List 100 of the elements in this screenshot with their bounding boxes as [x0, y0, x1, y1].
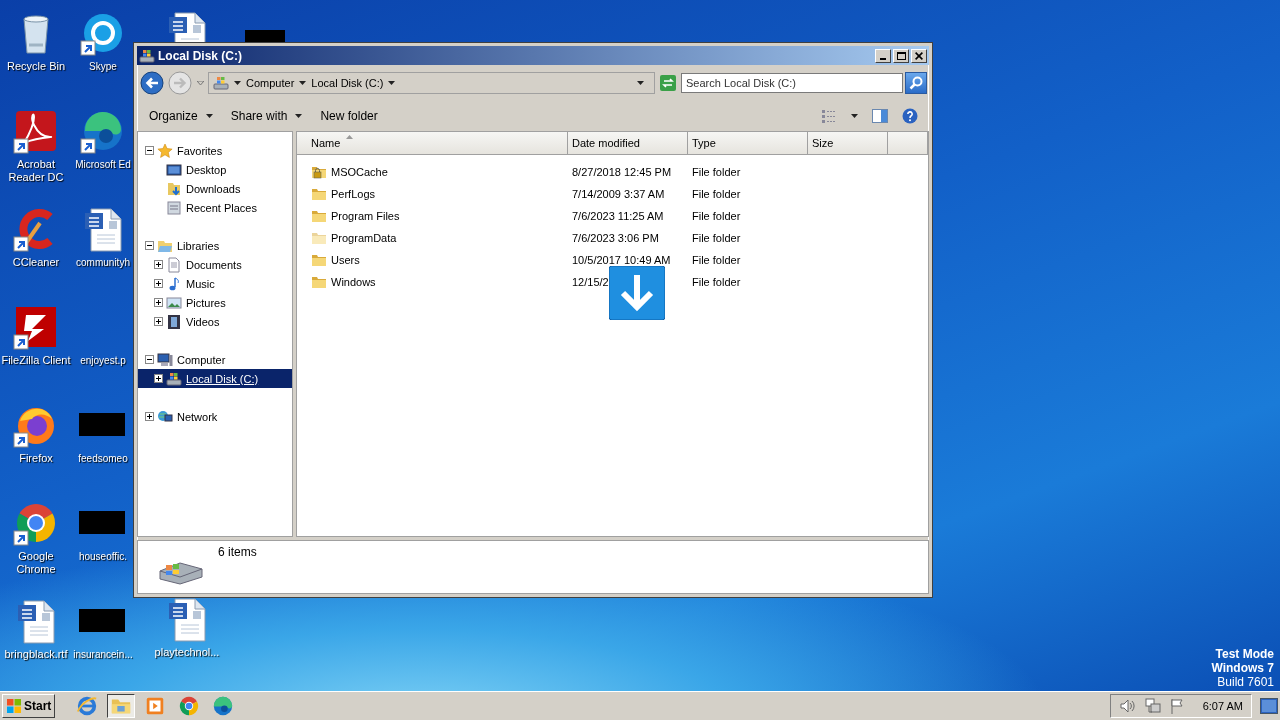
- volume-icon[interactable]: [1118, 698, 1137, 714]
- tree-item[interactable]: Music: [138, 274, 292, 293]
- icon-label[interactable]: FileZilla Client: [1, 354, 71, 367]
- icon-label[interactable]: houseoffic.: [78, 550, 128, 563]
- browser-icon: [178, 695, 201, 717]
- address-bar[interactable]: Computer Local Disk (C:): [208, 72, 655, 94]
- expand-icon[interactable]: [145, 412, 154, 421]
- expand-icon[interactable]: [154, 317, 163, 326]
- start-button[interactable]: Start: [2, 694, 56, 718]
- icon-label[interactable]: enjoyest.p: [80, 354, 126, 367]
- icon-label[interactable]: Microsoft Ed: [75, 158, 131, 171]
- monitor-icon: [166, 161, 182, 178]
- search-field[interactable]: Search Local Disk (C:): [681, 73, 903, 93]
- maximize-button[interactable]: [893, 48, 909, 63]
- type-cell: File folder: [692, 166, 741, 178]
- clock[interactable]: 6:07 AM: [1202, 700, 1243, 712]
- download-icon: [609, 266, 665, 320]
- column-header[interactable]: Size: [808, 132, 888, 154]
- tree-item[interactable]: Local Disk (C:): [138, 369, 292, 388]
- search-button[interactable]: [905, 72, 927, 94]
- type-cell: File folder: [692, 210, 741, 222]
- icon-label[interactable]: Google Chrome: [0, 550, 72, 576]
- tree-item[interactable]: Videos: [138, 312, 292, 331]
- tree-item[interactable]: Network: [138, 407, 292, 426]
- caret-icon[interactable]: [388, 81, 396, 85]
- column-header[interactable]: Date modified: [568, 132, 688, 154]
- refresh-button[interactable]: [657, 72, 679, 94]
- icon-label[interactable]: Recycle Bin: [6, 60, 66, 73]
- back-button[interactable]: [139, 70, 165, 96]
- tree-item[interactable]: Desktop: [138, 160, 292, 179]
- command-button[interactable]: Organize: [143, 106, 221, 126]
- network-icon[interactable]: [1144, 698, 1161, 714]
- expand-icon[interactable]: [154, 279, 163, 288]
- dropdown-caret-icon[interactable]: [637, 81, 644, 85]
- maximize-icon: [896, 51, 906, 60]
- caret-icon[interactable]: [299, 81, 307, 85]
- date-cell: 7/6/2023 11:25 AM: [572, 210, 664, 222]
- flag-icon[interactable]: [1168, 698, 1185, 714]
- file-name[interactable]: Users: [331, 254, 360, 266]
- folder-icon: [311, 252, 327, 268]
- file-name[interactable]: Windows: [331, 276, 376, 288]
- file-name[interactable]: MSOCache: [331, 166, 388, 178]
- tree-item[interactable]: Favorites: [138, 141, 292, 160]
- breadcrumb[interactable]: Computer: [246, 77, 295, 89]
- download-folder-icon: [166, 180, 182, 197]
- type-cell: File folder: [692, 276, 741, 288]
- expand-icon[interactable]: [154, 260, 163, 269]
- browser-icon: [212, 695, 235, 717]
- drive-icon: [166, 370, 182, 387]
- drive-icon: [213, 75, 229, 91]
- search-icon: [908, 75, 924, 91]
- windows-logo-icon: [6, 698, 22, 714]
- taskbar-button[interactable]: [107, 694, 136, 718]
- icon-label[interactable]: Firefox: [19, 452, 53, 465]
- window-title: Local Disk (C:): [158, 48, 243, 63]
- help-icon: [902, 108, 918, 124]
- folder-icon: [311, 186, 327, 202]
- caret-icon: [851, 114, 858, 118]
- tree-item[interactable]: Recent Places: [138, 198, 292, 217]
- icon-label[interactable]: feedsomeo: [78, 452, 128, 465]
- file-name[interactable]: PerfLogs: [331, 188, 376, 200]
- item-count: 6 items: [218, 545, 257, 559]
- expand-icon[interactable]: [154, 298, 163, 307]
- expand-icon[interactable]: [154, 374, 163, 383]
- icon-label[interactable]: Skype: [89, 60, 117, 73]
- file-name[interactable]: Program Files: [331, 210, 400, 222]
- close-icon: [915, 51, 923, 60]
- film-icon: [166, 313, 182, 330]
- column-header[interactable]: Type: [688, 132, 808, 154]
- recent-pages-caret-icon[interactable]: [197, 81, 204, 85]
- picture-icon: [166, 294, 182, 311]
- command-button[interactable]: New folder: [314, 106, 386, 126]
- date-cell: 7/6/2023 3:06 PM: [572, 232, 659, 244]
- collapse-icon[interactable]: [145, 241, 154, 250]
- folder-icon: [311, 230, 327, 246]
- minimize-button[interactable]: [875, 48, 891, 63]
- tree-item[interactable]: Documents: [138, 255, 292, 274]
- column-header[interactable]: Name: [297, 132, 568, 154]
- collapse-icon[interactable]: [145, 355, 154, 364]
- tree-item[interactable]: Libraries: [138, 236, 292, 255]
- refresh-icon: [660, 75, 676, 91]
- file-name[interactable]: ProgramData: [331, 232, 397, 244]
- redaction-block: [79, 609, 125, 632]
- tree-item[interactable]: Downloads: [138, 179, 292, 198]
- folder-icon: [311, 208, 327, 224]
- icon-label[interactable]: Acrobat Reader DC: [0, 158, 72, 184]
- tree-item[interactable]: Pictures: [138, 293, 292, 312]
- type-cell: File folder: [692, 188, 741, 200]
- tree-item[interactable]: Computer: [138, 350, 292, 369]
- icon-label[interactable]: communityh: [76, 256, 130, 269]
- caret-icon[interactable]: [234, 81, 241, 85]
- browser-icon: [76, 695, 99, 717]
- breadcrumb[interactable]: Local Disk (C:): [311, 77, 384, 89]
- minimize-icon: [880, 57, 886, 60]
- redaction-block: [79, 511, 125, 534]
- system-watermark-text: Build 7601: [1216, 675, 1274, 689]
- collapse-icon[interactable]: [145, 146, 154, 155]
- close-button[interactable]: [911, 48, 927, 63]
- command-button[interactable]: Share with: [224, 106, 311, 126]
- icon-label[interactable]: CCleaner: [12, 256, 60, 269]
